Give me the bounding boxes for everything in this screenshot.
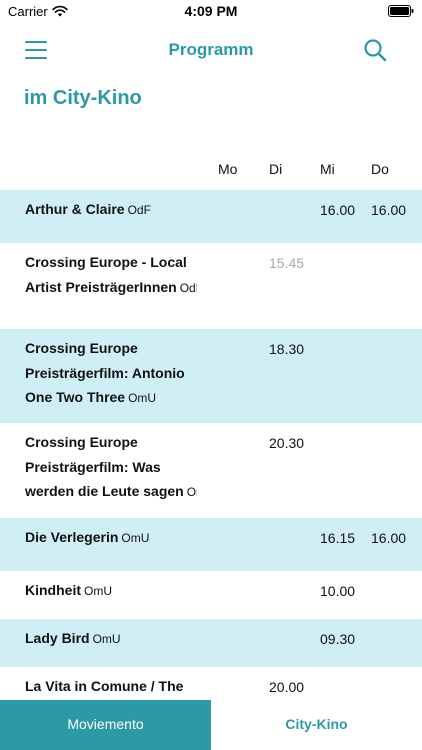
film-title-line: La Vita in Comune / The	[25, 678, 184, 694]
showtime-di[interactable]: 18.30	[269, 341, 304, 357]
film-title-line: Crossing Europe - Local	[25, 254, 187, 270]
showtime-di[interactable]: 20.00	[269, 679, 304, 695]
status-bar: Carrier 4:09 PM	[0, 0, 422, 24]
film-title: Arthur & Claire OdF	[25, 197, 197, 223]
table-row[interactable]: Crossing Europe Preisträgerfilm: Was werde…	[0, 423, 422, 518]
tab-bar: Moviemento City-Kino	[0, 700, 422, 750]
showtime-do[interactable]: 16.00	[371, 530, 406, 546]
film-title-text: Die Verlegerin	[25, 529, 119, 545]
table-row[interactable]: Arthur & Claire OdF 16.00 16.00	[0, 190, 422, 243]
nav-bar: Programm	[0, 24, 422, 76]
table-row[interactable]: Kindheit OmU 10.00	[0, 571, 422, 619]
version-badge: OmU	[128, 391, 157, 405]
film-title-line: Artist PreisträgerInnenOdF	[25, 275, 197, 301]
day-header-mi: Mi	[320, 161, 335, 177]
table-row[interactable]: Crossing Europe - Local Artist Preisträge…	[0, 243, 422, 329]
tab-moviemento[interactable]: Moviemento	[0, 700, 211, 750]
film-title: Lady Bird OmU	[25, 626, 197, 652]
film-title: Crossing Europe Preisträgerfilm: Was werde…	[25, 430, 197, 505]
page-heading: im City-Kino	[24, 87, 142, 109]
showtime-mi[interactable]: 10.00	[320, 583, 355, 599]
day-header-di: Di	[269, 161, 283, 177]
film-title-text: werden die Leute sagen	[25, 483, 184, 499]
showtime-mi[interactable]: 09.30	[320, 631, 355, 647]
status-time: 4:09 PM	[184, 3, 238, 19]
table-row[interactable]: Die Verlegerin OmU 16.15 16.00	[0, 518, 422, 571]
film-title-line: Crossing Europe	[25, 434, 138, 450]
film-title-text: Arthur & Claire	[25, 201, 125, 217]
showtime-di[interactable]: 20.30	[269, 435, 304, 451]
film-title: Die Verlegerin OmU	[25, 525, 197, 551]
version-badge: OmU	[186, 485, 197, 499]
film-title-text: Kindheit	[25, 582, 81, 598]
table-row[interactable]: Crossing Europe Preisträgerfilm: Antonio O…	[0, 329, 422, 423]
showtime-mi[interactable]: 16.15	[320, 530, 355, 546]
film-title: Crossing Europe Preisträgerfilm: Antonio O…	[25, 336, 197, 411]
film-title-line: Crossing Europe	[25, 340, 138, 356]
version-badge: OdF	[179, 280, 197, 295]
version-badge: OmU	[84, 584, 112, 598]
film-title-text: Lady Bird	[25, 630, 90, 646]
film-title-line: One Two Three OmU	[25, 385, 197, 411]
film-title-line: werden die Leute sagenOmU	[25, 479, 197, 505]
showtime-mi[interactable]: 16.00	[320, 202, 355, 218]
film-title-line: Preisträgerfilm: Was	[25, 458, 161, 475]
film-title: Crossing Europe - Local Artist Preisträge…	[25, 250, 197, 300]
nav-title: Programm	[168, 40, 254, 59]
film-title-text: Artist PreisträgerInnen	[25, 278, 177, 295]
film-title-line: Kindheit OmU	[25, 578, 197, 604]
version-badge: OmU	[121, 531, 150, 545]
search-icon[interactable]	[363, 38, 387, 62]
battery-icon	[388, 5, 414, 17]
film-title: Kindheit OmU	[25, 578, 197, 604]
showtime-do[interactable]: 16.00	[371, 202, 406, 218]
showtime-di[interactable]: 15.45	[269, 255, 304, 271]
tab-city-kino[interactable]: City-Kino	[211, 700, 422, 750]
film-title-line: Die Verlegerin OmU	[25, 525, 197, 551]
day-header-do: Do	[371, 161, 389, 177]
table-row[interactable]: Lady Bird OmU 09.30	[0, 619, 422, 667]
film-title-line: Preisträgerfilm: Antonio	[25, 364, 185, 381]
film-title: La Vita in Comune / The	[25, 674, 197, 699]
version-badge: OmU	[92, 632, 121, 646]
film-title-line: Lady Bird OmU	[25, 626, 197, 652]
day-header-mo: Mo	[218, 161, 238, 177]
hamburger-menu-icon[interactable]	[25, 41, 47, 59]
film-title-text: One Two Three	[25, 389, 126, 405]
version-badge: OdF	[127, 203, 151, 217]
film-title-line: Arthur & Claire OdF	[25, 197, 197, 223]
